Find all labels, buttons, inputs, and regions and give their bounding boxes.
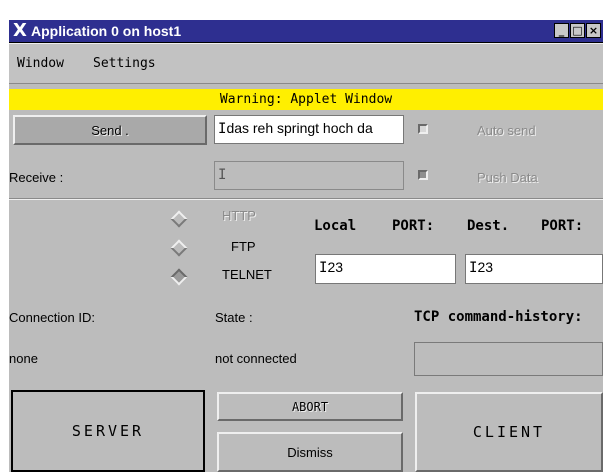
dest-port-input[interactable]: Ι23 [465, 254, 603, 284]
state-value: not connected [215, 351, 297, 366]
dest-port-value: 23 [477, 259, 494, 275]
local-port-label: PORT: [392, 218, 435, 234]
receive-label: Receive : [9, 170, 64, 185]
divider [9, 198, 603, 200]
local-port-value: 23 [327, 259, 344, 275]
text-cursor-icon: Ι [218, 167, 227, 183]
local-port-input[interactable]: Ι23 [315, 254, 456, 284]
maximize-button[interactable]: □ [570, 23, 585, 38]
send-button-label: Send . [91, 122, 129, 138]
tcp-history-label: TCP command-history: [414, 309, 583, 325]
send-button[interactable]: Send . [13, 115, 207, 145]
menu-bar: Window Settings [9, 43, 603, 84]
http-label: HTTP [222, 208, 256, 223]
local-label: Local [314, 218, 357, 234]
close-button[interactable]: × [586, 23, 601, 38]
server-button-label: SERVER [71, 422, 145, 440]
application-window: X Application 0 on host1 _ □ × Window Se… [9, 20, 603, 472]
auto-send-label: Auto send [477, 123, 536, 138]
push-data-checkbox[interactable] [418, 170, 428, 180]
telnet-label: TELNET [222, 267, 272, 282]
message-input-value: das reh springt hoch da [226, 120, 373, 136]
dest-label: Dest. [467, 218, 510, 234]
client-button-label: CLIENT [472, 423, 546, 441]
applet-warning-banner: Warning: Applet Window [9, 89, 603, 110]
dismiss-button[interactable]: Dismiss [217, 432, 403, 472]
connection-id-label: Connection ID: [9, 310, 95, 325]
dismiss-button-label: Dismiss [287, 444, 333, 460]
telnet-radio[interactable] [170, 268, 188, 286]
abort-button-label: ABORT [291, 399, 329, 414]
state-label: State : [215, 310, 253, 325]
message-input[interactable]: Ιdas reh springt hoch da [214, 115, 404, 144]
server-button[interactable]: SERVER [11, 390, 205, 472]
minimize-button[interactable]: _ [554, 23, 569, 38]
auto-send-checkbox[interactable] [418, 124, 428, 134]
menu-settings[interactable]: Settings [93, 56, 156, 71]
ftp-radio[interactable] [170, 239, 188, 257]
client-button[interactable]: CLIENT [415, 392, 603, 472]
tcp-history-select[interactable] [414, 342, 603, 376]
title-bar[interactable]: X Application 0 on host1 _ □ × [9, 20, 603, 43]
receive-field: Ι [214, 161, 404, 190]
connection-id-value: none [9, 351, 38, 366]
x-logo-icon: X [13, 20, 27, 41]
window-title: Application 0 on host1 [31, 23, 182, 39]
dest-port-label: PORT: [541, 218, 584, 234]
menu-window[interactable]: Window [17, 56, 64, 71]
http-radio[interactable] [170, 210, 188, 228]
ftp-label: FTP [231, 239, 256, 254]
abort-button[interactable]: ABORT [217, 392, 403, 421]
push-data-label: Push Data [477, 170, 538, 185]
